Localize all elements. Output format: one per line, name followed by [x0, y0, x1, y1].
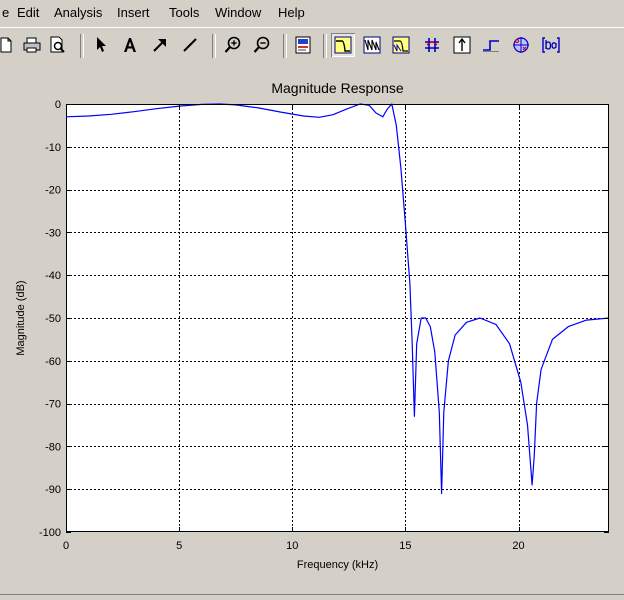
insert-line-icon[interactable] [178, 33, 202, 57]
menu-analysis[interactable]: Analysis [54, 5, 102, 20]
menu-tools[interactable]: Tools [169, 5, 199, 20]
filter-coefficients-icon[interactable] [539, 33, 563, 57]
menu-bar: e Edit Analysis Insert Tools Window Help [0, 0, 624, 26]
y-tick-label: 0 [55, 99, 61, 111]
y-tick-label: -10 [45, 142, 61, 154]
x-tick-label: 10 [286, 540, 298, 552]
y-axis-label: Magnitude (dB) [15, 280, 27, 355]
x-tick-label: 0 [63, 540, 69, 552]
y-tick-label: -90 [45, 484, 61, 496]
x-tick-label: 15 [399, 540, 411, 552]
new-file-icon[interactable] [0, 33, 18, 57]
y-tick-label: -20 [45, 185, 61, 197]
menu-help[interactable]: Help [278, 5, 305, 20]
y-tick-label: -60 [45, 356, 61, 368]
menu-window[interactable]: Window [215, 5, 261, 20]
magnitude-phase-icon[interactable] [389, 33, 413, 57]
select-arrow-icon[interactable] [89, 33, 113, 57]
insert-text-icon[interactable] [118, 33, 142, 57]
filter-spec-icon[interactable] [291, 33, 315, 57]
pole-zero-icon[interactable] [509, 33, 533, 57]
y-tick-label: -30 [45, 227, 61, 239]
toolbar [0, 27, 624, 65]
menu-file[interactable]: e [2, 5, 9, 20]
zoom-out-icon[interactable] [250, 33, 274, 57]
y-tick-label: -50 [45, 313, 61, 325]
step-response-icon[interactable] [479, 33, 503, 57]
group-delay-icon[interactable] [420, 33, 444, 57]
x-tick-label: 20 [512, 540, 524, 552]
x-tick-label: 5 [176, 540, 182, 552]
magnitude-response-chart[interactable]: Magnitude Response 0 5 10 15 20 0 -10 -20 -30 -40… [0, 64, 624, 594]
menu-insert[interactable]: Insert [117, 5, 150, 20]
window-bottom-edge [0, 594, 624, 595]
zoom-in-icon[interactable] [221, 33, 245, 57]
menu-edit[interactable]: Edit [17, 5, 39, 20]
print-preview-icon[interactable] [46, 33, 70, 57]
x-axis-label: Frequency (kHz) [297, 559, 378, 571]
magnitude-response-icon[interactable] [331, 33, 355, 57]
y-tick-label: -80 [45, 441, 61, 453]
chart-title: Magnitude Response [271, 80, 404, 96]
y-tick-label: -70 [45, 399, 61, 411]
impulse-response-icon[interactable] [450, 33, 474, 57]
phase-response-icon[interactable] [360, 33, 384, 57]
insert-arrow-icon[interactable] [148, 33, 172, 57]
print-icon[interactable] [20, 33, 44, 57]
y-tick-label: -100 [39, 527, 61, 539]
y-tick-label: -40 [45, 270, 61, 282]
